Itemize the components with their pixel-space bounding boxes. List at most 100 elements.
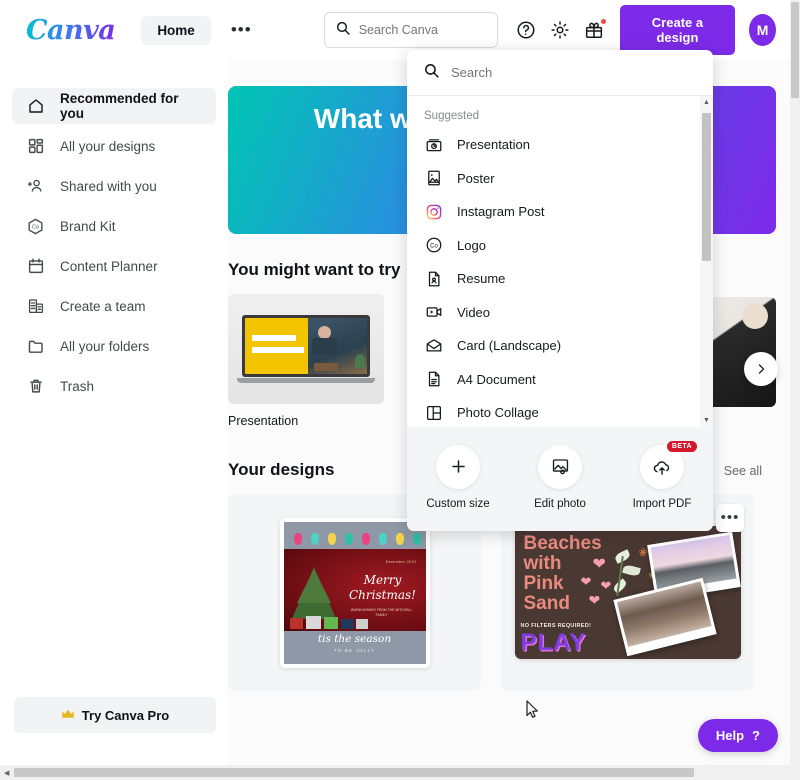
- svg-text:Co: Co: [32, 224, 39, 230]
- dropdown-scrollbar[interactable]: ▲ ▼: [700, 96, 713, 427]
- notification-dot: [600, 19, 606, 24]
- dropdown-item-video[interactable]: Video: [407, 296, 713, 330]
- dropdown-item-label: Presentation: [457, 137, 530, 153]
- vertical-scrollbar-thumb[interactable]: [791, 2, 799, 98]
- search-input[interactable]: [358, 23, 487, 37]
- plus-icon: [436, 444, 480, 489]
- footer-label: Custom size: [426, 497, 490, 510]
- sidebar-item-all-designs[interactable]: All your designs: [12, 128, 216, 164]
- design-card-more-button[interactable]: •••: [716, 504, 744, 532]
- scroll-up-icon[interactable]: ▲: [703, 96, 710, 109]
- gift-icon[interactable]: [584, 19, 606, 40]
- dropdown-list: Suggested Presentation Poster Instagram …: [407, 96, 713, 427]
- sidebar-item-all-folders[interactable]: All your folders: [12, 328, 216, 364]
- scroll-down-icon[interactable]: ▼: [703, 414, 710, 427]
- left-sidebar: Recommended for you All your designs Sha…: [0, 60, 228, 765]
- card-footer-script: tis the season: [317, 633, 392, 645]
- sidebar-label: All your folders: [60, 338, 150, 354]
- add-people-icon: [26, 177, 45, 196]
- sidebar-item-brand-kit[interactable]: Co Brand Kit: [12, 208, 216, 244]
- building-icon: [26, 297, 45, 316]
- global-search[interactable]: [323, 12, 498, 48]
- sidebar-label: Shared with you: [60, 178, 157, 194]
- dropdown-item-instagram-post[interactable]: Instagram Post: [407, 195, 713, 229]
- home-icon: [26, 97, 45, 116]
- svg-text:Co: Co: [430, 244, 438, 250]
- dropdown-item-photo-collage[interactable]: Photo Collage: [407, 396, 713, 427]
- a4-document-icon: [424, 370, 443, 389]
- question-mark-icon: ?: [752, 728, 760, 743]
- try-section-title: You might want to try: [228, 260, 401, 279]
- calendar-icon: [26, 257, 45, 276]
- mouse-cursor: [526, 700, 538, 718]
- dropdown-item-a4-document[interactable]: A4 Document: [407, 363, 713, 397]
- footer-edit-photo[interactable]: Edit photo: [517, 444, 603, 510]
- dropdown-item-logo[interactable]: Co Logo: [407, 229, 713, 263]
- presentation-icon: [424, 135, 443, 154]
- dropdown-item-resume[interactable]: Resume: [407, 262, 713, 296]
- footer-custom-size[interactable]: Custom size: [415, 444, 501, 510]
- polaroid-photo-2: [612, 577, 717, 657]
- dropdown-item-card-landscape[interactable]: Card (Landscape): [407, 329, 713, 363]
- create-a-design-button[interactable]: Create a design: [619, 5, 736, 55]
- header-icon-group: [516, 19, 606, 40]
- more-menu-button[interactable]: •••: [221, 18, 262, 42]
- brand-hexagon-icon: Co: [26, 217, 45, 236]
- instagram-icon: [424, 202, 443, 221]
- carousel-next-button[interactable]: [744, 352, 778, 386]
- dropdown-item-label: Instagram Post: [457, 204, 545, 220]
- question-circle-icon[interactable]: [516, 20, 536, 40]
- help-button[interactable]: Help ?: [697, 719, 778, 752]
- dropdown-item-label: Resume: [457, 271, 506, 287]
- scroll-left-icon[interactable]: ◀: [0, 769, 13, 777]
- dropdown-search-input[interactable]: [451, 65, 697, 80]
- card-envelope-icon: [424, 336, 443, 355]
- help-label: Help: [715, 728, 745, 743]
- footer-import-pdf[interactable]: BETA Import PDF: [619, 440, 705, 510]
- pro-label: Try Canva Pro: [81, 707, 170, 723]
- canva-logo[interactable]: Canva: [26, 15, 116, 46]
- folder-icon: [26, 337, 45, 356]
- footer-label: Import PDF: [632, 497, 692, 510]
- avatar[interactable]: M: [749, 14, 777, 46]
- crown-icon: [61, 708, 75, 723]
- dropdown-item-label: Photo Collage: [457, 405, 539, 421]
- laptop-presentation-mockup: [228, 294, 384, 404]
- dropdown-footer: Custom size Edit photo BETA Import PDF: [407, 427, 713, 531]
- sidebar-label: Create a team: [60, 298, 146, 314]
- christmas-thumbnail: December 2021 Merry Christmas! WARM WISH…: [279, 517, 430, 668]
- video-icon: [424, 303, 443, 322]
- chevron-right-icon: [758, 364, 765, 374]
- sidebar-item-trash[interactable]: Trash: [12, 368, 216, 404]
- sidebar-item-create-team[interactable]: Create a team: [12, 288, 216, 324]
- trash-icon: [26, 377, 45, 396]
- dropdown-item-poster[interactable]: Poster: [407, 162, 713, 196]
- edit-photo-icon: [538, 444, 582, 489]
- scrollbar-thumb[interactable]: [702, 113, 711, 261]
- card-title: Merry Christmas!: [349, 572, 416, 602]
- string-lights: [284, 525, 426, 547]
- sidebar-label: Trash: [60, 378, 95, 394]
- card-subtitle: WARM WISHES FROM THE MITCHELL FAMILY: [350, 607, 413, 617]
- try-card-presentation[interactable]: Presentation: [228, 294, 384, 428]
- resume-document-icon: [424, 269, 443, 288]
- dropdown-item-label: A4 Document: [457, 371, 536, 387]
- page-horizontal-scrollbar[interactable]: ◀: [0, 765, 800, 780]
- dropdown-item-label: Card (Landscape): [457, 338, 562, 354]
- search-icon: [335, 20, 351, 41]
- sidebar-item-shared[interactable]: Shared with you: [12, 168, 216, 204]
- sidebar-item-content-planner[interactable]: Content Planner: [12, 248, 216, 284]
- page-vertical-scrollbar[interactable]: [790, 0, 800, 765]
- try-canva-pro-button[interactable]: Try Canva Pro: [14, 697, 216, 733]
- beach-play-text: PLAY: [520, 629, 587, 656]
- horizontal-scrollbar-thumb[interactable]: [14, 768, 694, 777]
- dropdown-search[interactable]: [407, 50, 713, 96]
- beta-badge: BETA: [666, 440, 697, 452]
- home-button[interactable]: Home: [141, 15, 211, 45]
- sidebar-item-recommended[interactable]: Recommended for you: [12, 88, 216, 124]
- see-all-link[interactable]: See all: [724, 464, 762, 478]
- grid-icon: [26, 137, 45, 156]
- gear-icon[interactable]: [550, 20, 570, 40]
- dropdown-item-label: Poster: [457, 170, 495, 186]
- dropdown-item-presentation[interactable]: Presentation: [407, 128, 713, 162]
